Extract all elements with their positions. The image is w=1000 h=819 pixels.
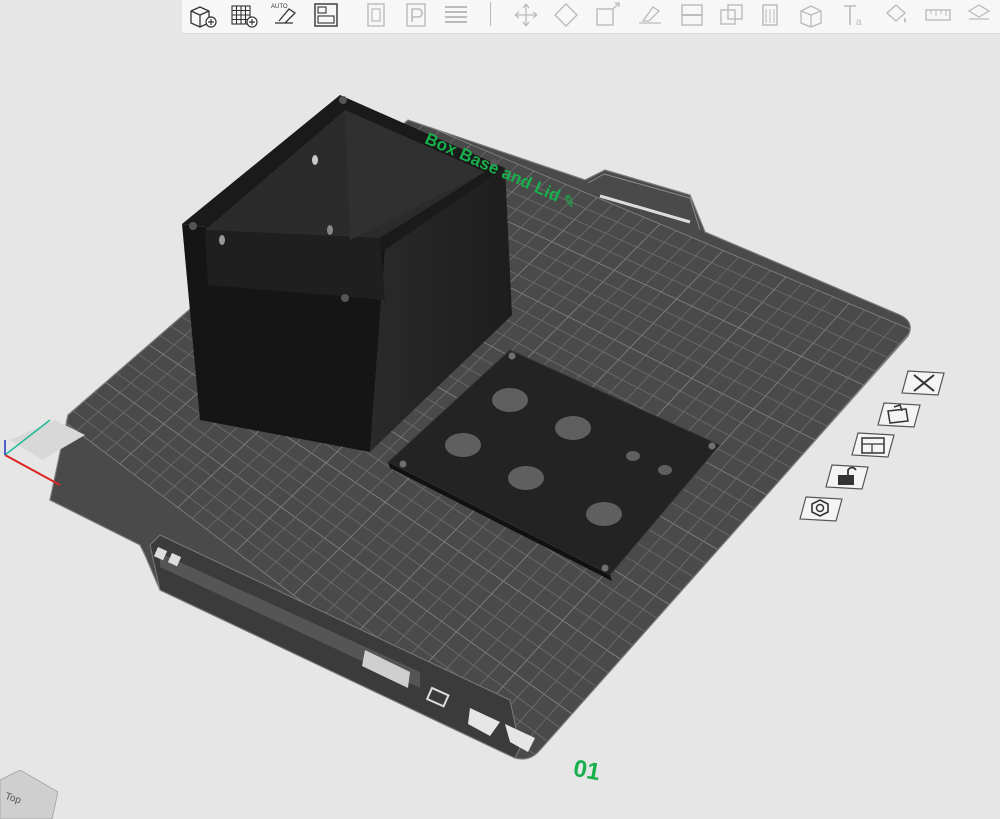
3d-viewport[interactable]: Box Base and Lid✎ 01 <box>0 33 1000 819</box>
lay-flat-icon <box>639 6 661 24</box>
cut-icon <box>681 4 703 26</box>
auto-orient-label: AUTO <box>271 4 288 10</box>
text-button[interactable]: a <box>838 0 870 30</box>
layers-icon <box>367 3 385 27</box>
plate-settings-button[interactable] <box>798 491 844 523</box>
svg-text:a: a <box>856 17 862 28</box>
lay-on-face-button[interactable] <box>634 0 666 30</box>
lines-button[interactable] <box>440 0 472 30</box>
text-icon: a <box>844 5 862 28</box>
grid-plus-icon <box>231 5 258 28</box>
arrange-icon <box>314 3 338 27</box>
plate-settings-p-button[interactable] <box>400 0 432 30</box>
lines-icon <box>445 6 467 23</box>
plate-select-button[interactable] <box>876 397 922 429</box>
cube-plus-icon <box>190 6 217 28</box>
paint-bucket-icon <box>885 4 907 23</box>
arrange-button[interactable] <box>310 0 342 30</box>
scale-button[interactable] <box>592 0 624 30</box>
seam-icon <box>800 5 822 28</box>
support-paint-icon <box>762 4 778 26</box>
seam-paint-button[interactable] <box>796 0 828 30</box>
assembly-button[interactable] <box>964 0 996 30</box>
lock-plate-button[interactable] <box>824 459 870 491</box>
auto-orient-icon: AUTO <box>271 4 297 24</box>
rotate-icon <box>554 3 578 27</box>
scale-icon <box>596 2 620 26</box>
boolean-icon <box>720 4 743 25</box>
remove-plate-button[interactable] <box>900 365 946 397</box>
toolbar-buttons: AUTO a <box>182 0 1000 33</box>
add-plate-button[interactable] <box>228 0 260 30</box>
move-icon <box>514 3 538 27</box>
close-icon <box>901 370 945 396</box>
plate-tools <box>790 365 960 535</box>
support-paint-button[interactable] <box>756 0 788 30</box>
boolean-button[interactable] <box>716 0 748 30</box>
lock-open-icon <box>825 464 869 490</box>
color-paint-button[interactable] <box>880 0 912 30</box>
auto-orient-button[interactable]: AUTO <box>268 0 300 30</box>
gear-nut-icon <box>799 496 843 522</box>
plate-select-icon <box>877 402 921 428</box>
add-object-button[interactable] <box>187 0 219 30</box>
p-icon <box>406 3 426 27</box>
cut-button[interactable] <box>676 0 708 30</box>
measure-button[interactable] <box>922 0 954 30</box>
ruler-icon <box>925 9 951 21</box>
slice-layers-button[interactable] <box>360 0 392 30</box>
assembly-icon <box>967 4 991 20</box>
move-button[interactable] <box>510 0 542 30</box>
plate-number: 01 <box>571 755 603 787</box>
arrange-plate-button[interactable] <box>850 427 896 459</box>
arrange-icon <box>851 432 895 458</box>
rotate-button[interactable] <box>550 0 582 30</box>
